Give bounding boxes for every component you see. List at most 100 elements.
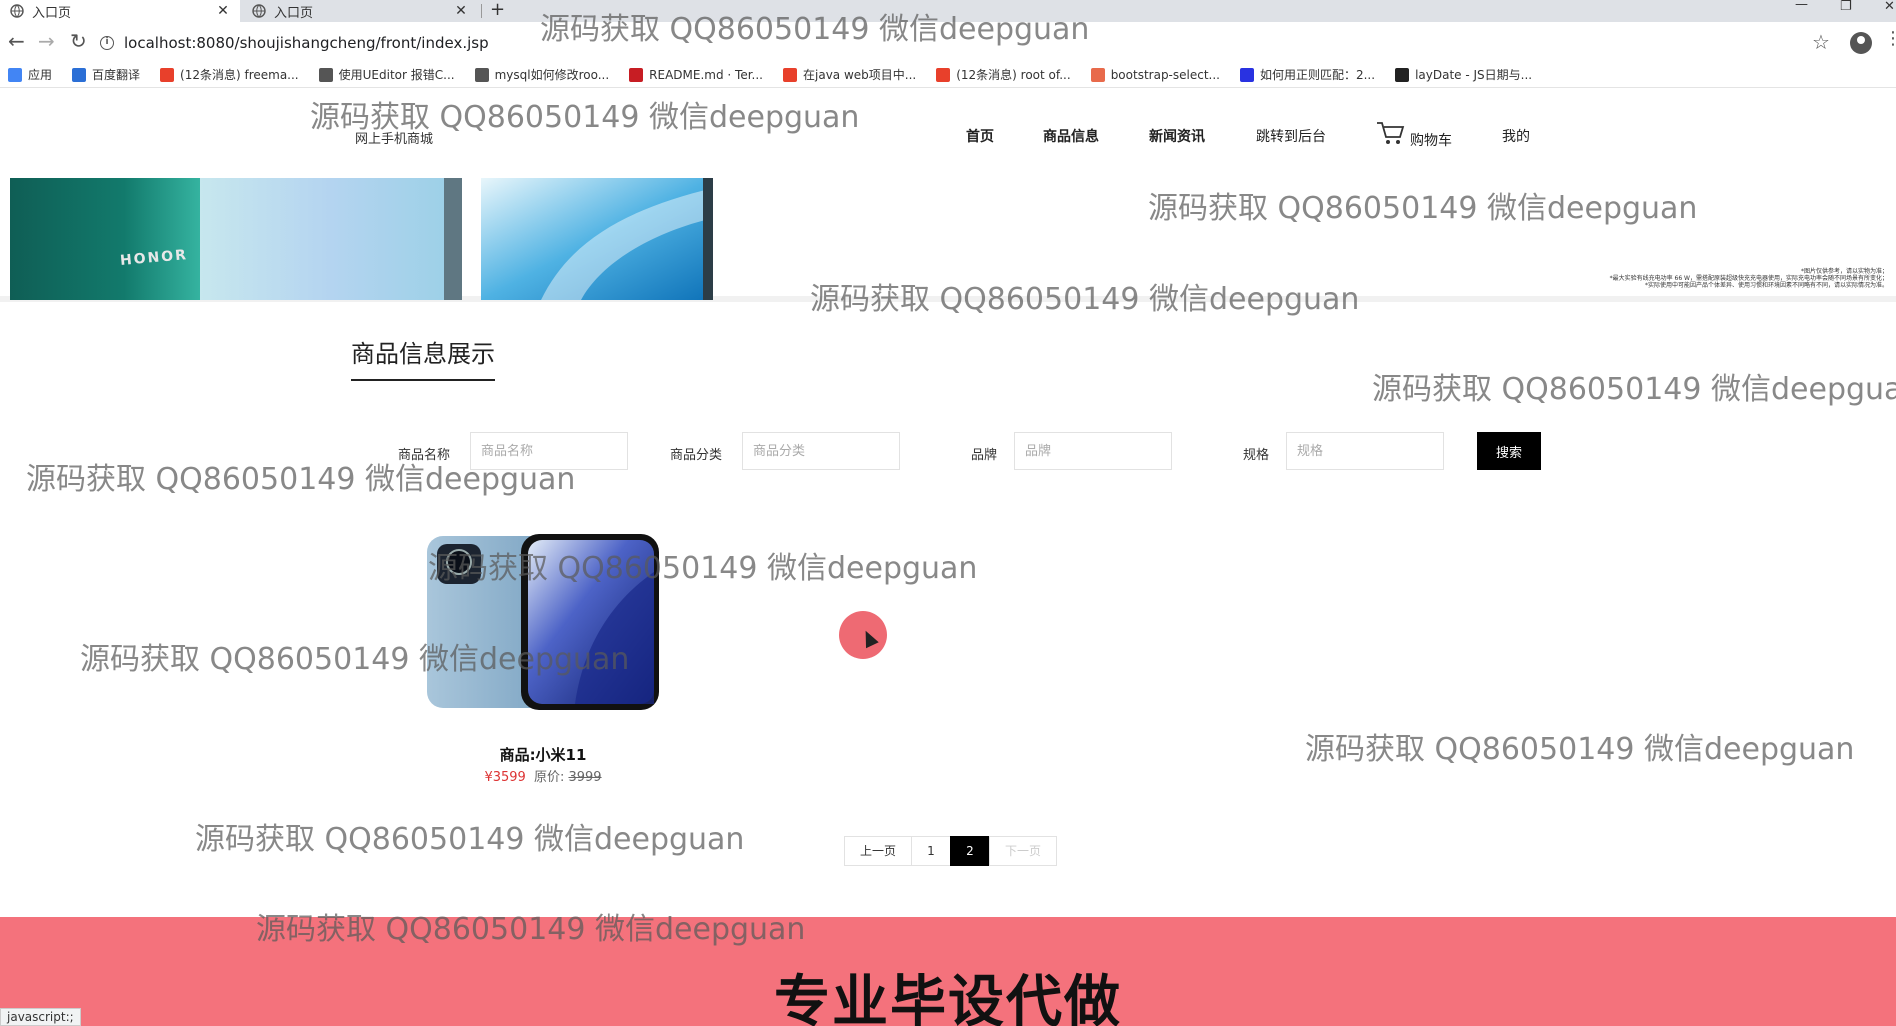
bookmark-label: layDate - JS日期与... <box>1415 68 1533 82</box>
bookmark-label: bootstrap-select... <box>1110 67 1220 82</box>
disclaimer-line: *实际使用中可能因产品个体差异、使用习惯和环境因素不同略有不同，请以实际情况为准… <box>1644 282 1888 289</box>
reload-icon[interactable]: ↻ <box>70 30 87 52</box>
bookmark-label: 如何用正则匹配：2... <box>1259 68 1376 82</box>
search-label-category: 商品分类 <box>670 448 723 463</box>
bookmarks-bar: 应用 百度翻译 (12条消息) freema... 使用UEditor 报错C... m… <box>0 62 1896 88</box>
browser-tab[interactable]: 入口页 ✕ <box>242 0 478 22</box>
baidu-paw-icon <box>1239 67 1254 82</box>
close-tab-icon[interactable]: ✕ <box>454 3 468 19</box>
apps-grid-icon <box>8 67 22 82</box>
bookmark-item[interactable]: (12条消息) freema... <box>160 66 299 83</box>
bookmark-item[interactable]: (12条消息) root of... <box>936 66 1071 83</box>
restore-icon[interactable]: ❐ <box>1840 0 1852 24</box>
promo-banner: 专业毕设代做 <box>0 917 1896 1026</box>
more-menu-icon[interactable]: ⋮ <box>1884 28 1896 49</box>
product-price: ¥3599 原价: 3999 <box>420 766 666 785</box>
nav-home[interactable]: 首页 <box>966 126 994 146</box>
product-name[interactable]: 商品:小米11 <box>420 744 666 765</box>
window-close-icon[interactable]: ✕ <box>1884 0 1895 24</box>
brand-input[interactable] <box>1014 432 1172 470</box>
globe-icon <box>10 4 24 18</box>
bookmark-item[interactable]: 如何用正则匹配：2... <box>1239 66 1376 83</box>
laydate-icon <box>1395 67 1410 82</box>
page-1-button[interactable]: 1 <box>911 836 951 866</box>
spec-input[interactable] <box>1286 432 1444 470</box>
bookmark-item[interactable]: README.md · Ter... <box>629 67 763 82</box>
browser-tab-bar: 入口页 ✕ 入口页 ✕ + — ❐ ✕ <box>0 0 1896 22</box>
tab-title: 入口页 <box>32 5 72 21</box>
close-tab-icon[interactable]: ✕ <box>216 3 230 19</box>
prev-page-button[interactable]: 上一页 <box>844 836 912 866</box>
m-icon <box>1090 67 1105 82</box>
product-name-input[interactable] <box>470 432 628 470</box>
search-label-spec: 规格 <box>1243 448 1270 463</box>
page-2-button[interactable]: 2 <box>950 836 990 866</box>
bookmark-label: 使用UEditor 报错C... <box>338 68 455 82</box>
pagination: 上一页 1 2 下一页 <box>844 836 1057 866</box>
bookmark-item[interactable]: bootstrap-select... <box>1090 67 1220 82</box>
product-image[interactable] <box>425 532 661 712</box>
url-text: localhost:8080/shoujishangcheng/front/in… <box>124 34 489 52</box>
csdn-icon <box>936 67 951 82</box>
bookmark-label: README.md · Ter... <box>649 67 763 82</box>
tab-divider <box>481 4 482 18</box>
new-tab-button[interactable]: + <box>490 0 505 22</box>
watermark: 源码获取 QQ86050149 微信deepguan <box>1372 372 1896 407</box>
account-icon[interactable] <box>1850 32 1872 54</box>
minimize-icon[interactable]: — <box>1795 0 1808 22</box>
site-header: 网上手机商城 首页 商品信息 新闻资讯 跳转到后台 购物车 我的 <box>0 88 1896 178</box>
current-price: ¥3599 <box>484 770 526 785</box>
bookmark-label: 百度翻译 <box>92 68 141 82</box>
original-price-label: 原价: <box>533 770 565 785</box>
nav-products[interactable]: 商品信息 <box>1043 126 1099 146</box>
baidu-translate-icon <box>72 67 87 82</box>
banner-carousel[interactable]: HONOR *图片仅供参考，请以实物为准； *最大实验有线充电功率 66 W，需… <box>0 178 1896 302</box>
bookmark-item[interactable]: mysql如何修改roo... <box>474 66 610 83</box>
search-label-brand: 品牌 <box>971 448 998 463</box>
bookmark-star-icon[interactable]: ☆ <box>1812 30 1830 54</box>
globe-icon <box>252 4 266 18</box>
bookmark-label: mysql如何修改roo... <box>494 68 610 82</box>
next-page-button[interactable]: 下一页 <box>989 836 1057 866</box>
section-title: 商品信息展示 <box>351 334 495 381</box>
back-icon[interactable]: ← <box>8 30 25 52</box>
site-name: 网上手机商城 <box>355 132 434 147</box>
watermark: 源码获取 QQ86050149 微信deepguan <box>1305 732 1855 767</box>
product-category-input[interactable] <box>742 432 900 470</box>
original-price: 3999 <box>568 770 602 785</box>
csdn-icon <box>160 67 175 82</box>
bookmark-item[interactable]: 应用 <box>8 66 52 83</box>
info-icon[interactable]: i <box>100 36 114 50</box>
watermark: 源码获取 QQ86050149 微信deepguan <box>195 822 745 857</box>
nav-admin[interactable]: 跳转到后台 <box>1256 126 1326 146</box>
bookmark-label: (12条消息) freema... <box>180 68 299 82</box>
browser-status-bar: javascript:; <box>0 1008 81 1026</box>
banner-disclaimer: *图片仅供参考，请以实物为准； *最大实验有线充电功率 66 W，需搭配原装超级… <box>1478 268 1888 289</box>
browser-tab-active[interactable]: 入口页 ✕ <box>0 0 240 22</box>
forward-icon[interactable]: → <box>38 30 55 52</box>
bookmark-label: (12条消息) root of... <box>956 68 1071 82</box>
bookmark-item[interactable]: 在java web项目中... <box>783 66 916 83</box>
banner-phone-image <box>10 178 200 300</box>
disclaimer-line: *图片仅供参考，请以实物为准； <box>1800 268 1888 275</box>
wolf-icon <box>318 67 333 82</box>
bookmark-label: 应用 <box>28 68 53 82</box>
search-button[interactable]: 搜索 <box>1477 432 1541 470</box>
nav-mine[interactable]: 我的 <box>1502 126 1530 146</box>
nav-cart[interactable]: 购物车 <box>1410 130 1452 150</box>
gitee-icon <box>629 67 644 82</box>
csdn-icon <box>783 67 797 82</box>
tab-title: 入口页 <box>274 5 314 21</box>
banner-phone-image <box>200 178 462 300</box>
shopping-cart-icon[interactable] <box>1376 120 1406 146</box>
nav-news[interactable]: 新闻资讯 <box>1149 126 1205 146</box>
promo-text: 专业毕设代做 <box>774 970 1122 1026</box>
bookmark-item[interactable]: 百度翻译 <box>72 66 140 83</box>
url-field[interactable]: i localhost:8080/shoujishangcheng/front/… <box>100 31 489 55</box>
wolf-icon <box>474 67 489 82</box>
bookmark-item[interactable]: 使用UEditor 报错C... <box>318 66 455 83</box>
disclaimer-line: *最大实验有线充电功率 66 W，需搭配原装超级快充充电器使用，实际充电功率会随… <box>1609 275 1888 282</box>
bookmark-item[interactable]: layDate - JS日期与... <box>1395 66 1532 83</box>
bookmark-label: 在java web项目中... <box>803 68 917 82</box>
search-label-name: 商品名称 <box>398 448 451 463</box>
